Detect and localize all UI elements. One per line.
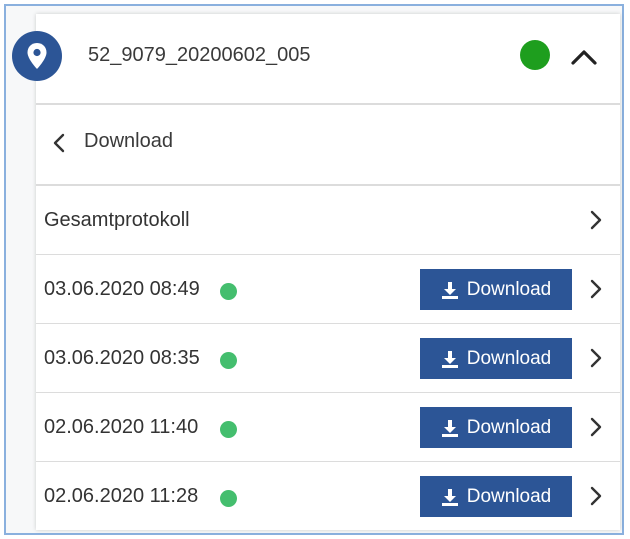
- back-label: Download: [84, 130, 173, 152]
- protocol-row[interactable]: 02.06.2020 11:28 Download: [36, 462, 620, 531]
- header-title: 52_9079_20200602_005: [88, 44, 311, 66]
- card-header[interactable]: 52_9079_20200602_005: [36, 14, 620, 105]
- chevron-right-icon[interactable]: [589, 278, 603, 300]
- protocol-status-dot: [220, 283, 237, 300]
- chevron-right-icon[interactable]: [589, 416, 603, 438]
- download-icon: [441, 488, 458, 506]
- chevron-up-icon[interactable]: [570, 43, 598, 71]
- download-button[interactable]: Download: [420, 269, 572, 310]
- protocol-timestamp: 02.06.2020 11:28: [44, 485, 199, 507]
- map-pin-icon: [12, 31, 62, 81]
- protocol-row[interactable]: 02.06.2020 11:40 Download: [36, 393, 620, 462]
- summary-row[interactable]: Gesamtprotokoll: [36, 186, 620, 255]
- summary-label: Gesamtprotokoll: [44, 209, 190, 231]
- download-label: Download: [466, 347, 552, 369]
- download-icon: [441, 281, 458, 299]
- download-button[interactable]: Download: [420, 476, 572, 517]
- download-button[interactable]: Download: [420, 338, 572, 379]
- status-indicator: [520, 40, 550, 70]
- download-icon: [441, 419, 458, 437]
- protocol-status-dot: [220, 490, 237, 507]
- protocol-status-dot: [220, 352, 237, 369]
- protocol-timestamp: 03.06.2020 08:35: [44, 347, 200, 369]
- download-label: Download: [466, 485, 552, 507]
- chevron-left-icon: [52, 131, 66, 155]
- chevron-right-icon[interactable]: [589, 347, 603, 369]
- chevron-right-icon[interactable]: [589, 209, 603, 231]
- protocol-row[interactable]: 03.06.2020 08:35 Download: [36, 324, 620, 393]
- download-button[interactable]: Download: [420, 407, 572, 448]
- download-label: Download: [466, 416, 552, 438]
- download-label: Download: [466, 278, 552, 300]
- protocol-timestamp: 02.06.2020 11:40: [44, 416, 199, 438]
- chevron-right-icon[interactable]: [589, 485, 603, 507]
- protocol-timestamp: 03.06.2020 08:49: [44, 278, 200, 300]
- protocol-row[interactable]: 03.06.2020 08:49 Download: [36, 255, 620, 324]
- protocol-card: 52_9079_20200602_005 Download Gesamtprot…: [36, 14, 620, 530]
- protocol-status-dot: [220, 421, 237, 438]
- back-navigation[interactable]: Download: [36, 105, 620, 186]
- download-icon: [441, 350, 458, 368]
